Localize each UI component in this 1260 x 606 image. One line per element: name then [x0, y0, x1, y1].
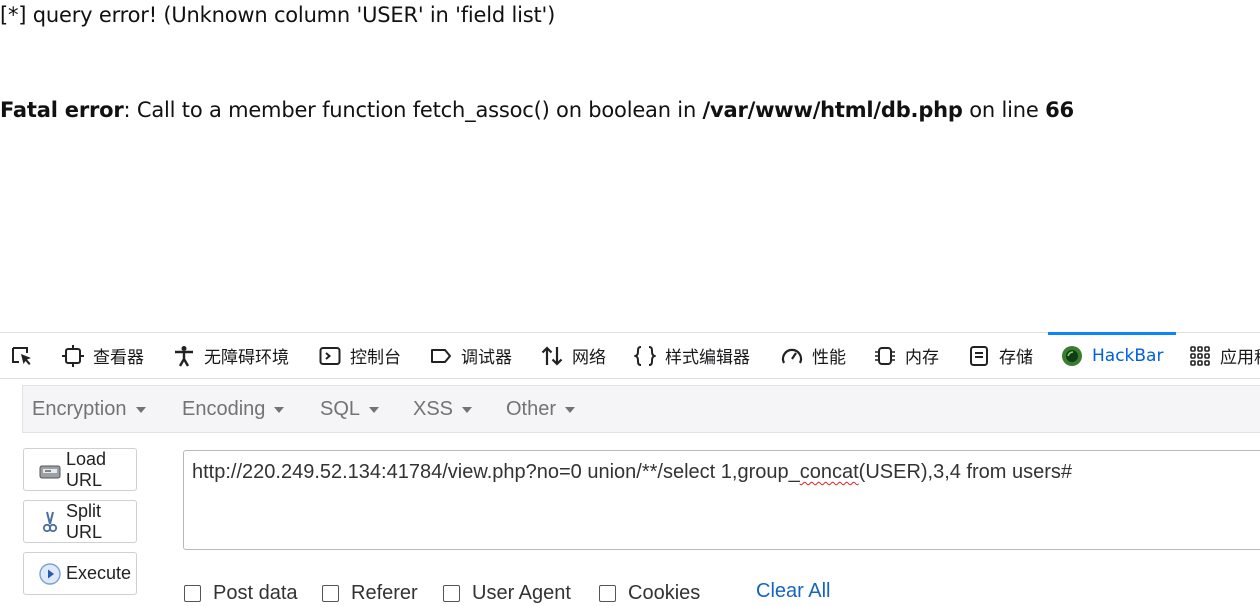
pick-element-icon	[12, 346, 31, 365]
chevron-down-icon	[274, 407, 285, 413]
tab-application[interactable]: 应用程	[1189, 333, 1260, 378]
tab-style-editor-label: 样式编辑器	[665, 348, 750, 368]
menu-encoding-label: Encoding	[182, 397, 266, 420]
post-data-checkbox[interactable]: Post data	[184, 580, 298, 606]
accessibility-icon	[175, 345, 193, 367]
split-url-button[interactable]: Split URL	[23, 500, 137, 543]
user-agent-checkbox[interactable]: User Agent	[443, 580, 571, 606]
chevron-down-icon	[369, 407, 380, 413]
clear-all-link[interactable]: Clear All	[756, 580, 830, 603]
fatal-error-label: Fatal error	[0, 98, 124, 122]
menu-other-label: Other	[506, 397, 557, 420]
devtools-toolbar: 查看器 无障碍环境 控制台 调试器 网络 样式编辑器 性能 内存 存储 Hack…	[0, 332, 1260, 379]
play-icon	[39, 562, 61, 585]
url-text-before: http://220.249.52.134:41784/view.php?no=…	[192, 461, 800, 483]
fatal-error-message: Fatal error: Call to a member function f…	[0, 98, 1074, 122]
tab-style-editor[interactable]: 样式编辑器	[634, 333, 750, 378]
inspector-icon	[62, 344, 84, 367]
menu-encoding[interactable]: Encoding	[182, 386, 285, 432]
menu-sql[interactable]: SQL	[320, 386, 380, 432]
menu-encryption[interactable]: Encryption	[32, 386, 146, 432]
fatal-error-file: /var/www/html/db.php	[702, 98, 963, 122]
user-agent-label: User Agent	[472, 581, 571, 604]
cookies-checkbox[interactable]: Cookies	[599, 580, 700, 606]
style-editor-icon	[634, 345, 656, 366]
execute-button[interactable]: Execute	[23, 552, 137, 595]
debugger-icon	[431, 348, 451, 363]
tab-performance[interactable]: 性能	[781, 333, 846, 378]
referer-label: Referer	[351, 581, 418, 604]
chevron-down-icon	[135, 407, 146, 413]
hackbar-menubar: Encryption Encoding SQL XSS Other	[22, 385, 1260, 433]
tab-application-label: 应用程	[1220, 348, 1260, 368]
referer-checkbox[interactable]: Referer	[322, 580, 418, 606]
tab-inspector-label: 查看器	[93, 348, 144, 368]
fatal-error-line: 66	[1045, 98, 1074, 122]
tab-accessibility-label: 无障碍环境	[204, 348, 289, 368]
tab-hackbar-label: HackBar	[1092, 345, 1164, 366]
tab-storage-label: 存储	[999, 348, 1033, 368]
post-data-label: Post data	[213, 581, 298, 604]
load-url-label: Load URL	[66, 448, 107, 490]
tab-performance-label: 性能	[812, 348, 846, 368]
menu-encryption-label: Encryption	[32, 397, 127, 420]
menu-xss[interactable]: XSS	[413, 386, 473, 432]
chevron-down-icon	[565, 407, 576, 413]
tab-network-label: 网络	[572, 348, 606, 368]
tab-inspector[interactable]: 查看器	[62, 333, 144, 378]
tab-debugger-label: 调试器	[461, 348, 512, 368]
cookies-label: Cookies	[628, 581, 701, 604]
fatal-error-text: Call to a member function fetch_assoc() …	[136, 98, 703, 122]
memory-icon	[875, 346, 895, 365]
hackbar-icon	[1062, 345, 1082, 366]
load-url-icon	[39, 465, 61, 478]
tab-storage[interactable]: 存储	[968, 333, 1033, 378]
query-error-message: [*] query error! (Unknown column 'USER' …	[0, 3, 556, 27]
tab-accessibility[interactable]: 无障碍环境	[173, 333, 289, 378]
url-text-after: (USER),3,4 from users#	[858, 461, 1073, 483]
url-text-misspelled: concat	[799, 461, 859, 483]
url-textarea[interactable]: http://220.249.52.134:41784/view.php?no=…	[183, 450, 1260, 550]
tab-pick-element[interactable]	[11, 333, 42, 378]
performance-icon	[781, 348, 803, 364]
tab-hackbar[interactable]: HackBar	[1047, 332, 1177, 378]
menu-sql-label: SQL	[320, 397, 361, 420]
application-icon	[1190, 345, 1210, 366]
fatal-error-sep: :	[123, 98, 137, 122]
execute-label: Execute	[66, 563, 132, 583]
menu-other[interactable]: Other	[506, 386, 576, 432]
fatal-error-online: on line	[962, 98, 1046, 122]
storage-icon	[970, 345, 988, 366]
split-url-label: Split URL	[66, 500, 103, 542]
tab-memory-label: 内存	[905, 348, 939, 368]
tab-console[interactable]: 控制台	[319, 333, 401, 378]
tab-memory[interactable]: 内存	[874, 333, 939, 378]
tab-debugger[interactable]: 调试器	[430, 333, 512, 378]
tab-console-label: 控制台	[350, 348, 401, 368]
console-icon	[319, 346, 341, 365]
scissors-icon	[42, 511, 58, 532]
menu-xss-label: XSS	[413, 397, 454, 420]
load-url-button[interactable]: Load URL	[23, 448, 137, 491]
tab-network[interactable]: 网络	[541, 333, 606, 378]
chevron-down-icon	[462, 407, 473, 413]
network-icon	[541, 345, 563, 366]
